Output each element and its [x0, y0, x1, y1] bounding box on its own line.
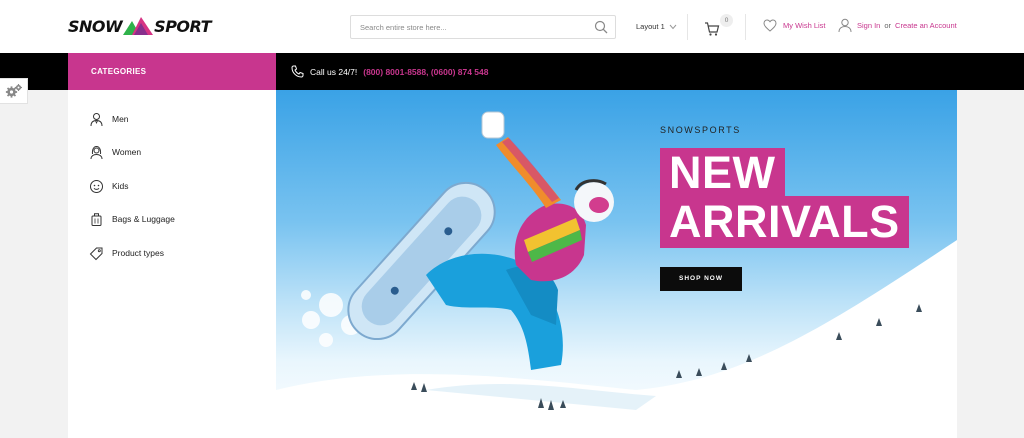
call-us: Call us 24/7! (800) 8001-8588, (0600) 87…	[291, 65, 488, 78]
sidebar-item-label: Women	[112, 147, 142, 157]
search-box	[350, 15, 616, 39]
man-icon	[90, 112, 103, 126]
banner-eyebrow: SNOWSPORTS	[660, 125, 741, 135]
heart-icon	[763, 19, 777, 32]
sidebar-item-women[interactable]: Women	[89, 142, 141, 162]
wishlist-link[interactable]: My Wish List	[763, 19, 826, 32]
account-links: Sign In or Create an Account	[838, 18, 957, 33]
sidebar-item-label: Product types	[112, 248, 164, 258]
layout-switcher[interactable]: Layout 1	[636, 22, 677, 31]
mountain-logo-icon	[123, 17, 154, 35]
or-text: or	[884, 21, 892, 30]
call-numbers[interactable]: (800) 8001-8588, (0600) 874 548	[363, 67, 488, 77]
shop-now-button[interactable]: SHOP NOW	[660, 267, 742, 291]
woman-icon	[90, 145, 103, 159]
gears-icon	[5, 84, 22, 98]
call-prefix: Call us 24/7!	[310, 66, 358, 77]
logo[interactable]: SNOW SPORT	[68, 14, 212, 38]
category-sidebar: Men Women Kids Bags & Luggage Product ty…	[68, 90, 276, 438]
phone-icon	[291, 65, 304, 78]
sidebar-item-product-types[interactable]: Product types	[89, 243, 164, 263]
search-input[interactable]	[360, 20, 580, 34]
sign-in-link[interactable]: Sign In	[857, 21, 880, 30]
logo-text-left: SNOW	[68, 16, 123, 36]
layout-label: Layout 1	[636, 22, 665, 31]
create-account-link[interactable]: Create an Account	[895, 21, 957, 30]
cart-count-badge: 0	[720, 14, 733, 27]
cart-button[interactable]: 0	[704, 14, 733, 40]
sidebar-item-bags[interactable]: Bags & Luggage	[89, 209, 175, 229]
tag-icon	[89, 247, 103, 260]
hero-banner: SNOWSPORTS NEW ARRIVALS SHOP NOW	[276, 90, 957, 438]
snowboarder-illustration	[276, 111, 957, 438]
banner-headline-line2: ARRIVALS	[660, 196, 909, 248]
sidebar-item-kids[interactable]: Kids	[89, 176, 129, 196]
categories-header[interactable]: CATEGORIES	[68, 53, 276, 90]
wishlist-label: My Wish List	[783, 21, 826, 30]
luggage-icon	[91, 212, 102, 226]
settings-toggle[interactable]	[0, 78, 28, 104]
logo-text-right: SPORT	[154, 16, 212, 36]
divider	[745, 14, 746, 40]
cart-icon	[705, 22, 720, 36]
divider	[687, 14, 688, 40]
sidebar-item-men[interactable]: Men	[89, 109, 129, 129]
sidebar-item-label: Kids	[112, 181, 129, 191]
user-icon	[838, 18, 852, 33]
chevron-down-icon	[669, 24, 677, 29]
sidebar-item-label: Bags & Luggage	[112, 214, 175, 224]
kid-face-icon	[90, 179, 103, 193]
search-icon[interactable]	[594, 20, 608, 34]
banner-headline-line1: NEW	[660, 148, 785, 197]
sidebar-item-label: Men	[112, 114, 129, 124]
site-header: SNOW SPORT Layout 1 0 My	[0, 0, 1024, 53]
